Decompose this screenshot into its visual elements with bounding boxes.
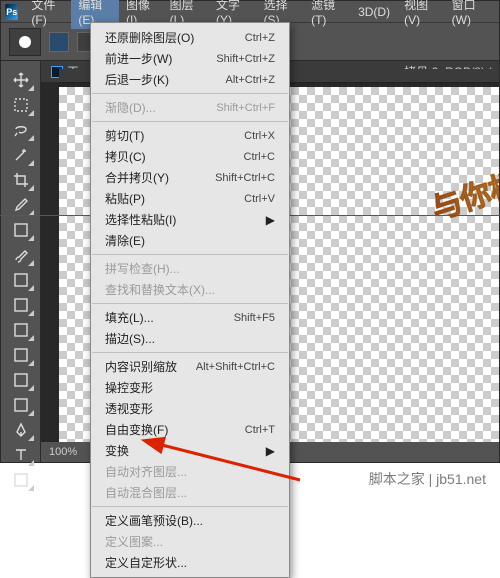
watermark: 脚本之家 | jb51.net — [369, 469, 486, 489]
menu-entry-label: 透视变形 — [105, 400, 153, 417]
magic-wand-tool[interactable] — [7, 143, 35, 167]
menu-entry-13: 拼写检查(H)... — [91, 258, 289, 279]
menu-entry-20[interactable]: 操控变形 — [91, 377, 289, 398]
menu-entry-4: 渐隐(D)... Shift+Ctrl+F — [91, 97, 289, 118]
menu-entry-label: 粘贴(P) — [105, 190, 145, 207]
menu-entry-25: 自动混合图层... — [91, 482, 289, 503]
toolbar — [1, 61, 41, 462]
menu-entry-shortcut: Alt+Ctrl+Z — [225, 74, 275, 86]
menu-entry-14: 查找和替换文本(X)... — [91, 279, 289, 300]
menu-item-8[interactable]: 视图(V) — [397, 0, 445, 29]
menu-entry-label: 操控变形 — [105, 379, 153, 396]
edit-menu-dropdown: 还原删除图层(O) Ctrl+Z 前进一步(W) Shift+Ctrl+Z 后退一步(K… — [90, 22, 290, 578]
menu-entry-23[interactable]: 变换 ▶ — [91, 440, 289, 461]
menu-separator — [92, 303, 288, 304]
menu-entry-label: 描边(S)... — [105, 330, 155, 347]
menu-separator — [92, 93, 288, 94]
menu-entry-label: 合并拷贝(Y) — [105, 169, 169, 186]
submenu-arrow-icon: ▶ — [266, 444, 275, 458]
menu-entry-shortcut: Ctrl+C — [244, 151, 275, 163]
healing-brush-tool[interactable] — [7, 218, 35, 242]
menu-entry-7[interactable]: 拷贝(C) Ctrl+C — [91, 146, 289, 167]
menu-entry-label: 清除(E) — [105, 232, 145, 249]
menu-entry-0[interactable]: 还原删除图层(O) Ctrl+Z — [91, 27, 289, 48]
menu-entry-11[interactable]: 清除(E) — [91, 230, 289, 251]
menu-entry-label: 拼写检查(H)... — [105, 260, 180, 277]
pen-tool[interactable] — [7, 418, 35, 442]
menu-entry-label: 前进一步(W) — [105, 50, 172, 67]
menu-entry-label: 渐隐(D)... — [105, 99, 156, 116]
marquee-tool[interactable] — [7, 93, 35, 117]
menu-entry-29[interactable]: 定义自定形状... — [91, 552, 289, 573]
menu-entry-label: 后退一步(K) — [105, 71, 169, 88]
menu-entry-10[interactable]: 选择性粘贴(I) ▶ — [91, 209, 289, 230]
menu-entry-shortcut: Ctrl+X — [244, 130, 275, 142]
menu-entry-label: 自动对齐图层... — [105, 463, 187, 480]
menu-entry-label: 定义自定形状... — [105, 554, 187, 571]
menubar: Ps文件(F)编辑(E)图像(I)图层(L)文字(Y)选择(S)滤镜(T)3D(… — [1, 1, 499, 23]
menu-entry-9[interactable]: 粘贴(P) Ctrl+V — [91, 188, 289, 209]
menu-item-6[interactable]: 滤镜(T) — [304, 0, 351, 29]
menu-entry-6[interactable]: 剪切(T) Ctrl+X — [91, 125, 289, 146]
gradient-tool[interactable] — [7, 343, 35, 367]
menu-entry-1[interactable]: 前进一步(W) Shift+Ctrl+Z — [91, 48, 289, 69]
menu-item-0[interactable]: 文件(F) — [24, 0, 71, 29]
menu-entry-label: 内容识别缩放 — [105, 358, 177, 375]
menu-entry-21[interactable]: 透视变形 — [91, 398, 289, 419]
menu-entry-label: 变换 — [105, 442, 129, 459]
menu-entry-label: 定义图案... — [105, 533, 163, 550]
eraser-tool[interactable] — [7, 318, 35, 342]
menu-entry-label: 定义画笔预设(B)... — [105, 512, 203, 529]
menu-item-9[interactable]: 窗口(W) — [445, 0, 495, 29]
menu-entry-shortcut: Shift+Ctrl+F — [216, 102, 275, 114]
blur-tool[interactable] — [7, 368, 35, 392]
menu-entry-19[interactable]: 内容识别缩放 Alt+Shift+Ctrl+C — [91, 356, 289, 377]
menu-separator — [92, 121, 288, 122]
menu-separator — [92, 254, 288, 255]
brush-preset-swatch[interactable] — [9, 28, 41, 56]
type-tool[interactable] — [7, 443, 35, 467]
menu-entry-label: 自由变换(F) — [105, 421, 168, 438]
menu-entry-24: 自动对齐图层... — [91, 461, 289, 482]
menu-entry-label: 剪切(T) — [105, 127, 144, 144]
menu-entry-shortcut: Shift+Ctrl+C — [215, 172, 275, 184]
submenu-arrow-icon: ▶ — [266, 213, 275, 227]
history-brush-tool[interactable] — [7, 293, 35, 317]
menu-entry-label: 查找和替换文本(X)... — [105, 281, 215, 298]
menu-entry-shortcut: Alt+Shift+Ctrl+C — [196, 361, 275, 373]
path-selection-tool[interactable] — [7, 468, 35, 492]
menu-entry-2[interactable]: 后退一步(K) Alt+Ctrl+Z — [91, 69, 289, 90]
menu-separator — [92, 352, 288, 353]
move-tool[interactable] — [7, 68, 35, 92]
menu-entry-shortcut: Ctrl+Z — [245, 32, 275, 44]
clone-stamp-tool[interactable] — [7, 268, 35, 292]
menu-entry-shortcut: Ctrl+T — [245, 424, 275, 436]
canvas-sample-text: 与你相约 — [425, 150, 499, 229]
eyedropper-tool[interactable] — [7, 193, 35, 217]
menu-entry-22[interactable]: 自由变换(F) Ctrl+T — [91, 419, 289, 440]
menu-separator — [92, 506, 288, 507]
menu-entry-shortcut: Shift+Ctrl+Z — [216, 53, 275, 65]
menu-entry-17[interactable]: 描边(S)... — [91, 328, 289, 349]
menu-entry-shortcut: Shift+F5 — [234, 312, 275, 324]
menu-entry-label: 拷贝(C) — [105, 148, 146, 165]
brush-tool[interactable] — [7, 243, 35, 267]
menu-entry-shortcut: Ctrl+V — [244, 193, 275, 205]
menu-entry-label: 填充(L)... — [105, 309, 154, 326]
menu-entry-label: 还原删除图层(O) — [105, 29, 194, 46]
ps-logo: Ps — [5, 4, 18, 20]
menu-entry-27[interactable]: 定义画笔预设(B)... — [91, 510, 289, 531]
menu-entry-label: 自动混合图层... — [105, 484, 187, 501]
menu-item-7[interactable]: 3D(D) — [351, 3, 397, 21]
menu-entry-28: 定义图案... — [91, 531, 289, 552]
menu-entry-16[interactable]: 填充(L)... Shift+F5 — [91, 307, 289, 328]
menu-entry-8[interactable]: 合并拷贝(Y) Shift+Ctrl+C — [91, 167, 289, 188]
optbar-icon-1[interactable] — [49, 32, 69, 52]
crop-tool[interactable] — [7, 168, 35, 192]
lasso-tool[interactable] — [7, 118, 35, 142]
menu-entry-label: 选择性粘贴(I) — [105, 211, 176, 228]
zoom-readout[interactable]: 100% — [49, 446, 77, 458]
dodge-tool[interactable] — [7, 393, 35, 417]
